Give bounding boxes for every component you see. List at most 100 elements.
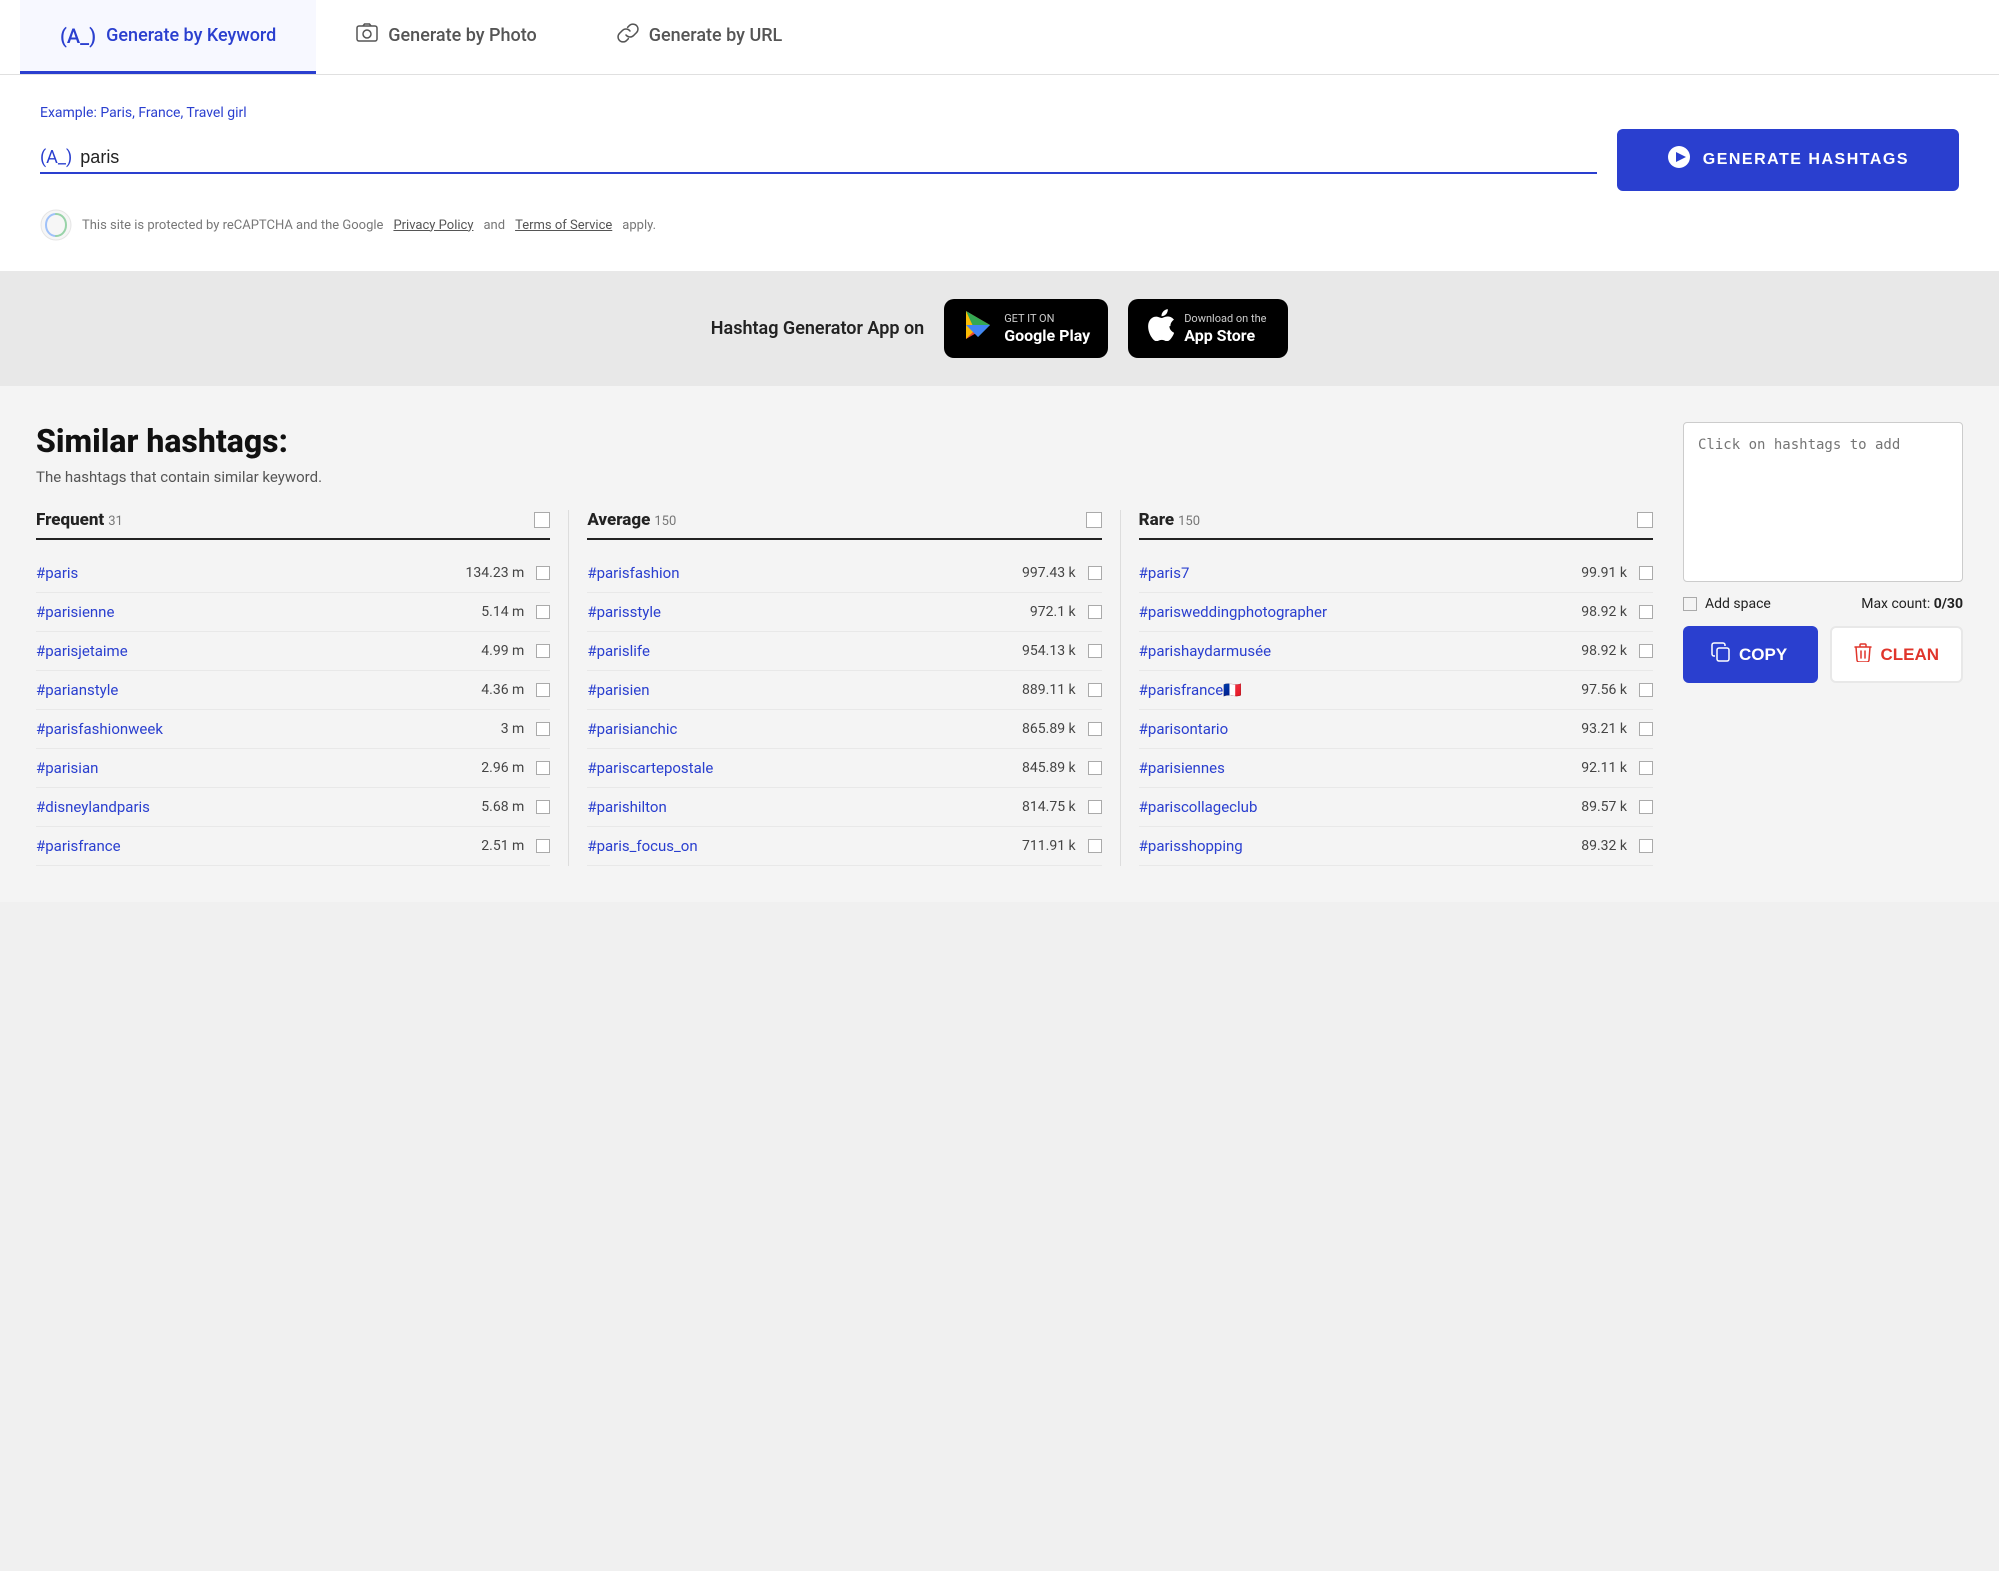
- hashtag-row: #parisiennes 92.11 k: [1139, 749, 1653, 788]
- clean-button[interactable]: CLEAN: [1830, 626, 1963, 683]
- app-store-button[interactable]: Download on the App Store: [1128, 299, 1288, 358]
- hashtag-collection-textarea[interactable]: [1683, 422, 1963, 582]
- hashtag-link[interactable]: #parisianchic: [587, 720, 1016, 738]
- col-select-all-average[interactable]: [1086, 512, 1102, 528]
- input-section: Example: Paris, France, Travel girl (A_)…: [0, 75, 1999, 271]
- hashtag-count: 4.99 m: [481, 643, 524, 659]
- recaptcha-and: and: [483, 218, 505, 233]
- hashtag-count: 92.11 k: [1581, 760, 1627, 776]
- hashtag-row-checkbox[interactable]: [536, 605, 550, 619]
- hashtag-link[interactable]: #parianstyle: [36, 681, 475, 699]
- col-select-all-frequent[interactable]: [534, 512, 550, 528]
- hashtag-row-checkbox[interactable]: [1639, 566, 1653, 580]
- hashtag-link[interactable]: #parishaydarmusée: [1139, 642, 1576, 660]
- hashtag-row-checkbox[interactable]: [1639, 605, 1653, 619]
- hashtag-row-checkbox[interactable]: [1639, 800, 1653, 814]
- hashtag-row-checkbox[interactable]: [1088, 683, 1102, 697]
- hashtag-link[interactable]: #disneylandparis: [36, 798, 475, 816]
- clean-icon: [1854, 642, 1872, 667]
- hashtag-count: 2.51 m: [481, 838, 524, 854]
- hashtag-link[interactable]: #parisweddingphotographer: [1139, 603, 1576, 621]
- hashtag-count: 954.13 k: [1022, 643, 1076, 659]
- app-store-top: Download on the: [1184, 312, 1266, 325]
- hashtag-row-checkbox[interactable]: [1639, 839, 1653, 853]
- hashtag-count: 865.89 k: [1022, 721, 1076, 737]
- hashtag-link[interactable]: #parisfashion: [587, 564, 1016, 582]
- hashtag-row-checkbox[interactable]: [1088, 839, 1102, 853]
- keyword-input-wrap: (A_): [40, 147, 1597, 174]
- hashtag-row-checkbox[interactable]: [1639, 683, 1653, 697]
- hashtag-row: #pariscartepostale845.89 k: [587, 749, 1101, 788]
- url-icon: [617, 22, 639, 49]
- hashtag-link[interactable]: #parislife: [587, 642, 1016, 660]
- hashtag-link[interactable]: #parishilton: [587, 798, 1016, 816]
- google-play-text: GET IT ON Google Play: [1004, 312, 1090, 344]
- hashtag-row-checkbox[interactable]: [536, 566, 550, 580]
- hashtag-link[interactable]: #parisiennes: [1139, 759, 1576, 777]
- apple-icon: [1146, 309, 1174, 348]
- hashtag-link[interactable]: #parisian: [36, 759, 475, 777]
- google-play-button[interactable]: GET IT ON Google Play: [944, 299, 1108, 358]
- google-play-icon: [962, 309, 994, 348]
- keyword-input[interactable]: [80, 147, 1596, 168]
- recaptcha-terms-link[interactable]: Terms of Service: [515, 218, 612, 233]
- hashtag-row-checkbox[interactable]: [1088, 761, 1102, 775]
- hashtag-link[interactable]: #parisfashionweek: [36, 720, 495, 738]
- hashtag-link[interactable]: #parisienne: [36, 603, 475, 621]
- hashtag-row-checkbox[interactable]: [1088, 644, 1102, 658]
- app-promo: Hashtag Generator App on GET IT ON Googl…: [0, 271, 1999, 386]
- hashtag-row-checkbox[interactable]: [536, 644, 550, 658]
- hashtag-count: 99.91 k: [1581, 565, 1627, 581]
- hashtag-link[interactable]: #pariscollageclub: [1139, 798, 1576, 816]
- generate-btn-icon: [1667, 145, 1691, 175]
- tab-photo-label: Generate by Photo: [388, 25, 536, 46]
- col-header-rare: Rare150: [1139, 510, 1653, 540]
- hashtag-row-checkbox[interactable]: [1639, 761, 1653, 775]
- generate-btn-label: GENERATE HASHTAGS: [1703, 151, 1909, 169]
- hashtag-row-checkbox[interactable]: [1088, 566, 1102, 580]
- generate-button[interactable]: GENERATE HASHTAGS: [1617, 129, 1959, 191]
- tab-url[interactable]: Generate by URL: [577, 0, 823, 74]
- hashtag-link[interactable]: #parisontario: [1139, 720, 1576, 738]
- recaptcha-privacy-link[interactable]: Privacy Policy: [393, 218, 473, 233]
- hashtag-link[interactable]: #paris7: [1139, 564, 1576, 582]
- hashtag-link[interactable]: #parisjetaime: [36, 642, 475, 660]
- hashtag-row: #parisjetaime 4.99 m: [36, 632, 550, 671]
- hashtag-link[interactable]: #pariscartepostale: [587, 759, 1016, 777]
- hashtag-link[interactable]: #parisien: [587, 681, 1016, 699]
- input-row: (A_) GENERATE HASHTAGS: [40, 129, 1959, 191]
- col-select-all-rare[interactable]: [1637, 512, 1653, 528]
- hashtag-link[interactable]: #parisshopping: [1139, 837, 1576, 855]
- tab-keyword-label: Generate by Keyword: [106, 25, 276, 46]
- hashtag-row-checkbox[interactable]: [536, 800, 550, 814]
- hashtag-col-average: Average150#parisfashion997.43 k#parissty…: [587, 510, 1120, 866]
- hashtag-count: 5.68 m: [481, 799, 524, 815]
- hashtag-link[interactable]: #paris: [36, 564, 460, 582]
- hashtag-row-checkbox[interactable]: [1088, 605, 1102, 619]
- app-store-text: Download on the App Store: [1184, 312, 1266, 344]
- hashtag-count: 89.57 k: [1581, 799, 1627, 815]
- keyword-prefix-icon: (A_): [40, 147, 72, 168]
- tab-url-label: Generate by URL: [649, 25, 783, 46]
- hashtag-row-checkbox[interactable]: [1088, 800, 1102, 814]
- recaptcha-row: This site is protected by reCAPTCHA and …: [40, 209, 1959, 241]
- hashtag-link[interactable]: #parisfrance🇫🇷: [1139, 681, 1576, 699]
- hashtag-count: 997.43 k: [1022, 565, 1076, 581]
- hashtag-row-checkbox[interactable]: [1639, 644, 1653, 658]
- copy-button[interactable]: COPY: [1683, 626, 1818, 683]
- hashtag-row-checkbox[interactable]: [1639, 722, 1653, 736]
- hashtag-row-checkbox[interactable]: [536, 683, 550, 697]
- hashtag-count: 4.36 m: [481, 682, 524, 698]
- add-space-checkbox[interactable]: [1683, 597, 1697, 611]
- hashtag-row-checkbox[interactable]: [536, 722, 550, 736]
- tab-photo[interactable]: Generate by Photo: [316, 0, 576, 74]
- hashtag-row-checkbox[interactable]: [536, 761, 550, 775]
- hashtag-row-checkbox[interactable]: [1088, 722, 1102, 736]
- hashtag-link[interactable]: #parisstyle: [587, 603, 1024, 621]
- hashtag-link[interactable]: #parisfrance: [36, 837, 475, 855]
- copy-label: COPY: [1739, 645, 1787, 665]
- hashtag-link[interactable]: #paris_focus_on: [587, 837, 1016, 855]
- max-count-value: 0/30: [1934, 596, 1963, 612]
- hashtag-row-checkbox[interactable]: [536, 839, 550, 853]
- tab-keyword[interactable]: (A_) Generate by Keyword: [20, 0, 316, 74]
